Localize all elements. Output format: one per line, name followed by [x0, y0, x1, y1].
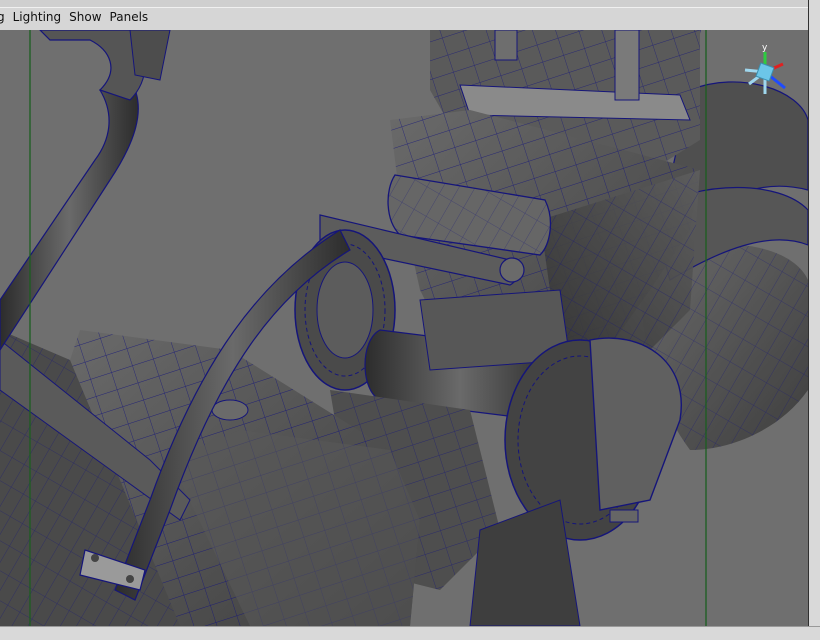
menu-items: g Lighting Show Panels — [0, 10, 148, 24]
view-cube[interactable]: y — [735, 42, 795, 102]
viewport-canvas[interactable] — [0, 30, 808, 626]
view-cube-y-label: y — [762, 43, 768, 53]
3d-viewport[interactable]: y — [0, 30, 808, 626]
panel-menubar: g Lighting Show Panels — [0, 0, 820, 30]
panel-frame-bottom — [0, 626, 820, 640]
menu-show[interactable]: Show — [69, 10, 101, 24]
menu-lighting[interactable]: Lighting — [13, 10, 62, 24]
menu-view-truncated[interactable]: g — [0, 10, 5, 24]
menu-panels[interactable]: Panels — [110, 10, 149, 24]
panel-frame-right — [808, 0, 820, 640]
